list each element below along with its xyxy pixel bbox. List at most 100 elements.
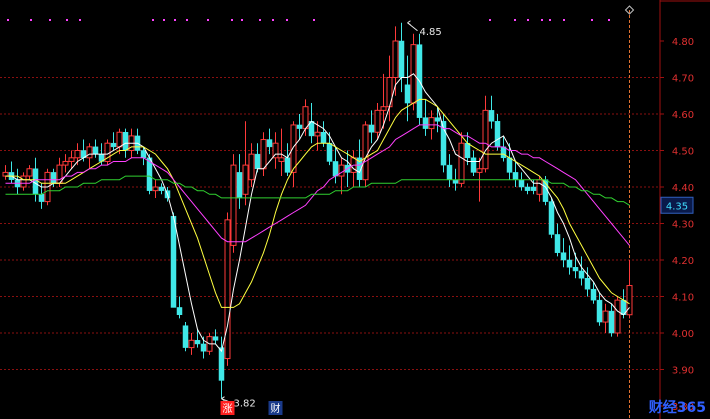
candle-body-down	[452, 179, 459, 184]
candle-body-up	[260, 139, 267, 170]
candle-body-down	[266, 139, 273, 148]
candle-body-up	[116, 131, 123, 148]
top-marker-dot	[79, 19, 81, 21]
candle-body-down	[194, 340, 201, 345]
candle-body-down	[572, 267, 579, 272]
candle-body-down	[596, 299, 603, 323]
candle-body-up	[458, 142, 465, 184]
candle-body-down	[110, 142, 117, 148]
candle-body-up	[152, 186, 159, 192]
candle-body-up	[386, 77, 393, 108]
top-marker-dot	[272, 19, 274, 21]
candle-body-up	[74, 150, 81, 159]
candle-body-down	[212, 336, 219, 341]
candle-body-up	[248, 153, 255, 181]
top-marker-dot	[241, 19, 243, 21]
candle-body-down	[434, 117, 441, 122]
candle-body-down	[548, 201, 555, 235]
y-tick-label: 4.20	[672, 256, 694, 267]
candle-body-down	[494, 121, 501, 148]
candle-body-down	[608, 310, 615, 334]
top-marker-dot	[49, 19, 51, 21]
candle-body-down	[92, 146, 99, 155]
candle-body-up	[374, 109, 381, 133]
candle-body-down	[284, 157, 291, 173]
y-tick-label: 4.30	[672, 220, 694, 231]
candle-body-up	[188, 339, 195, 349]
candle-body-up	[602, 310, 609, 323]
candle-body-up	[428, 117, 435, 130]
candle-body-down	[50, 172, 57, 184]
ma-line-1	[5, 73, 630, 353]
top-marker-dot	[563, 19, 565, 21]
candle-body-down	[200, 343, 207, 352]
candle-body-up	[482, 109, 489, 170]
candle-body-up	[614, 299, 621, 334]
candle-body-down	[254, 153, 261, 169]
candle-body-up	[302, 106, 309, 130]
candle-body-up	[86, 146, 93, 159]
top-marker-dot	[163, 19, 165, 21]
y-tick-label: 4.40	[672, 183, 694, 194]
candle-body-up	[338, 164, 345, 177]
y-tick-label: 3.90	[672, 366, 694, 377]
candle-body-down	[32, 168, 39, 195]
top-marker-dot	[7, 19, 9, 21]
candle-body-down	[584, 278, 591, 290]
candle-body-down	[512, 172, 519, 180]
top-marker-dot	[608, 19, 610, 21]
event-badge-label: 财	[271, 402, 281, 415]
watermark: 财经365	[649, 397, 706, 417]
candle-body-up	[230, 164, 237, 246]
candle-body-down	[422, 117, 429, 129]
candle-body-up	[2, 171, 9, 177]
candle-body-down	[236, 172, 243, 199]
candle-body-up	[62, 160, 69, 166]
event-badge-label: 涨	[223, 403, 233, 415]
top-marker-dot	[152, 19, 154, 21]
top-marker-dot	[30, 19, 32, 21]
candle-body-down	[398, 40, 405, 78]
candle-body-up	[26, 168, 33, 177]
candle-body-up	[626, 285, 633, 316]
kline-chart[interactable]: 4.80 4.70 4.60 4.50 4.40 4.30 4.20 4.10 4.00 3.90…	[0, 0, 710, 419]
top-marker-dot	[514, 19, 516, 21]
candle-body-down	[560, 252, 567, 261]
top-marker-dot	[313, 19, 315, 21]
candle-body-up	[314, 131, 321, 137]
candle-body-up	[380, 106, 387, 111]
watermark-text: 财经365	[648, 400, 706, 416]
candle-body-down	[140, 150, 147, 159]
top-marker-dot	[186, 19, 188, 21]
candle-body-down	[554, 234, 561, 253]
top-marker-dot	[174, 19, 176, 21]
current-price-label: 4.35	[666, 201, 688, 212]
candle-body-down	[332, 161, 339, 177]
top-marker-dot	[259, 19, 261, 21]
candlestick-chart[interactable]: 4.80 4.70 4.60 4.50 4.40 4.30 4.20 4.10 4.00 3.90…	[0, 0, 710, 419]
candle-body-down	[590, 288, 597, 301]
candle-body-up	[278, 157, 285, 162]
candle-body-down	[218, 347, 225, 381]
candle-body-up	[290, 124, 297, 173]
candle-body-down	[122, 132, 129, 151]
top-marker-dot	[207, 19, 209, 21]
y-tick-label: 4.50	[672, 147, 694, 158]
candle-body-up	[68, 157, 75, 162]
y-tick-label: 4.60	[672, 110, 694, 121]
top-marker-dot	[541, 19, 543, 21]
candle-body-up	[20, 175, 27, 188]
candle-body-down	[38, 194, 45, 202]
top-marker-dot	[549, 19, 551, 21]
y-tick-label: 4.00	[672, 329, 694, 340]
annotation-label-high: 4.85	[420, 27, 442, 38]
top-marker-dot	[286, 19, 288, 21]
candle-body-down	[470, 157, 477, 173]
candle-body-up	[362, 124, 369, 181]
candle-body-down	[578, 270, 585, 279]
candle-body-down	[158, 186, 165, 191]
candle-body-down	[506, 157, 513, 173]
annotation-label-low: 3.82	[234, 399, 256, 410]
annotation-arrow	[407, 20, 411, 26]
candle-body-up	[476, 168, 483, 173]
